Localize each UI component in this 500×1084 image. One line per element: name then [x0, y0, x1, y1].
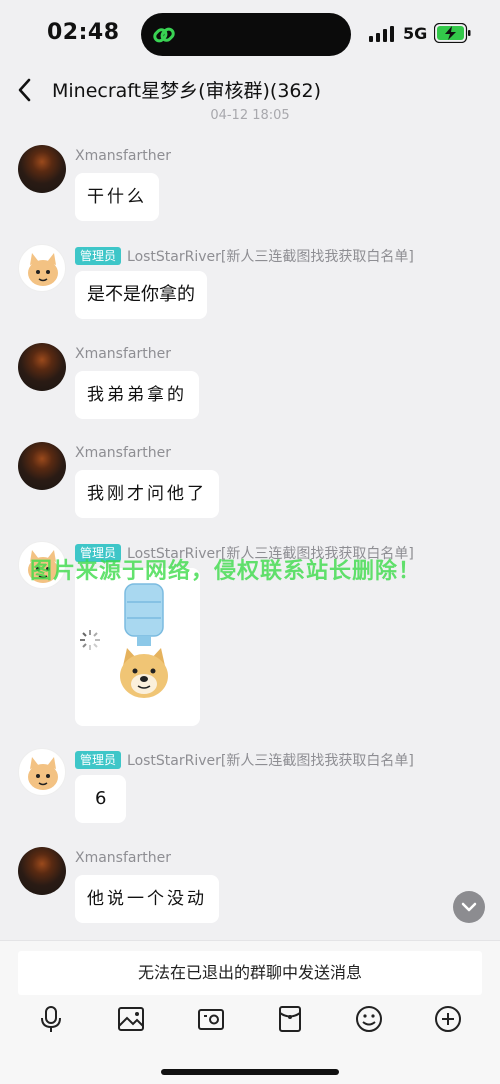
sticker-image[interactable]: [75, 568, 200, 726]
back-chevron-icon[interactable]: [14, 76, 36, 104]
admin-badge: 管理员: [75, 247, 122, 265]
left-group-notice: 无法在已退出的群聊中发送消息: [18, 951, 482, 995]
admin-badge: 管理员: [75, 751, 122, 769]
date-divider: 04-12 18:05: [210, 108, 290, 123]
doge-water-bottle-sticker: [80, 583, 168, 698]
sender-name[interactable]: Xmansfarther: [75, 148, 171, 164]
cat-avatar-icon: [28, 253, 58, 286]
photo-album-icon[interactable]: [116, 1004, 146, 1034]
sender-name[interactable]: 管理员 LostStarRiver[新人三连截图找我获取白名单]: [75, 246, 414, 266]
sender-name[interactable]: Xmansfarther: [75, 346, 171, 362]
scroll-to-bottom-button[interactable]: [453, 891, 485, 923]
cat-avatar-icon: [28, 757, 58, 790]
avatar[interactable]: [18, 343, 66, 391]
nav-bar: Minecraft星梦乡(审核群)(362): [0, 68, 500, 112]
avatar[interactable]: [18, 442, 66, 490]
camera-icon[interactable]: [196, 1004, 226, 1034]
sender-name[interactable]: Xmansfarther: [75, 850, 171, 866]
network-type: 5G: [403, 24, 428, 43]
watermark-text: 图片来源于网络，侵权联系站长删除！: [30, 559, 422, 584]
message-bubble[interactable]: 他说一个没动: [75, 875, 219, 923]
link-icon: [153, 27, 175, 43]
loading-spinner-icon: [80, 630, 100, 650]
message-bubble[interactable]: 干什么: [75, 173, 159, 221]
plus-circle-icon[interactable]: [433, 1004, 463, 1034]
avatar[interactable]: [18, 748, 66, 796]
avatar[interactable]: [18, 847, 66, 895]
red-packet-icon[interactable]: [275, 1004, 305, 1034]
sender-name[interactable]: 管理员 LostStarRiver[新人三连截图找我获取白名单]: [75, 750, 414, 770]
status-bar: 02:48 5G: [0, 0, 500, 68]
microphone-icon[interactable]: [36, 1004, 66, 1034]
status-time: 02:48: [47, 20, 120, 45]
home-indicator[interactable]: [161, 1069, 339, 1075]
message-bubble[interactable]: 我弟弟拿的: [75, 371, 199, 419]
message-bubble[interactable]: 是不是你拿的: [75, 271, 207, 319]
input-area: 无法在已退出的群聊中发送消息: [0, 940, 500, 1084]
avatar[interactable]: [18, 244, 66, 292]
avatar[interactable]: [18, 145, 66, 193]
chevron-down-icon: [461, 902, 477, 912]
emoji-icon[interactable]: [354, 1004, 384, 1034]
signal-icon: [369, 26, 394, 42]
message-bubble[interactable]: 6: [75, 775, 127, 823]
message-bubble[interactable]: 我刚才问他了: [75, 470, 219, 518]
dynamic-island: [141, 13, 351, 56]
sender-name[interactable]: Xmansfarther: [75, 445, 171, 461]
chat-title: Minecraft星梦乡(审核群)(362): [52, 80, 322, 102]
battery-charging-icon: [434, 23, 471, 43]
